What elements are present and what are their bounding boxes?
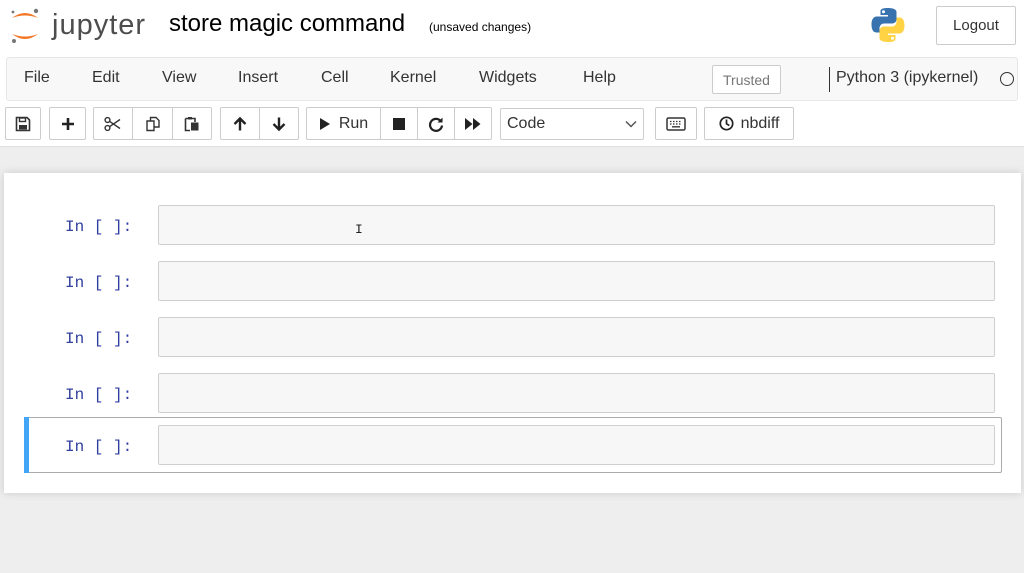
menu-edit[interactable]: Edit: [92, 69, 120, 87]
cell-type-select[interactable]: Code: [500, 108, 644, 140]
code-input[interactable]: I: [158, 205, 995, 245]
kernel-separator: [829, 67, 830, 92]
jupyter-wordmark: jupyter: [52, 9, 147, 41]
input-prompt: In [ ]:: [65, 386, 133, 404]
toolbar-group-shortcuts: [655, 107, 697, 140]
menu-file[interactable]: File: [24, 69, 50, 87]
code-input[interactable]: [158, 373, 995, 413]
paste-button[interactable]: [172, 107, 212, 140]
insert-cell-button[interactable]: [49, 107, 86, 140]
cell-type-value: Code: [507, 115, 546, 132]
logout-button[interactable]: Logout: [936, 6, 1016, 45]
notebook-container: In [ ]: I In [ ]: In [ ]: In [ ]: In [ ]…: [4, 173, 1021, 493]
arrow-up-icon: [233, 116, 247, 130]
toolbar-group-clipboard: [93, 107, 212, 140]
save-icon: [15, 116, 31, 131]
run-all-button[interactable]: [454, 107, 492, 140]
chevron-down-icon: [625, 120, 637, 128]
cut-icon: [104, 116, 121, 131]
command-palette-button[interactable]: [655, 107, 697, 140]
copy-button[interactable]: [132, 107, 173, 140]
fast-forward-icon: [465, 117, 481, 130]
move-down-button[interactable]: [259, 107, 299, 140]
code-input[interactable]: [158, 261, 995, 301]
toolbar-group-move: [220, 107, 299, 140]
code-cell[interactable]: In [ ]: I: [24, 197, 1002, 253]
kernel-idle-indicator-icon: [1000, 72, 1014, 86]
run-button-label: Run: [338, 114, 369, 132]
cut-button[interactable]: [93, 107, 133, 140]
clock-icon: [719, 116, 734, 131]
menu-help[interactable]: Help: [583, 69, 616, 87]
move-up-button[interactable]: [220, 107, 260, 140]
menu-insert[interactable]: Insert: [238, 69, 278, 87]
keyboard-icon: [666, 116, 686, 131]
nbdiff-button-label: nbdiff: [740, 114, 780, 132]
notebook-title[interactable]: store magic command: [169, 10, 405, 38]
restart-button[interactable]: [417, 107, 455, 140]
header-top: jupyter store magic command (unsaved cha…: [0, 0, 1024, 56]
toolbar-group-save: [5, 107, 41, 140]
code-cell[interactable]: In [ ]:: [24, 309, 1002, 365]
menu-view[interactable]: View: [162, 69, 196, 87]
jupyter-logo-icon: [11, 8, 39, 43]
menubar: File Edit View Insert Cell Kernel Widget…: [6, 57, 1018, 101]
header: jupyter store magic command (unsaved cha…: [0, 0, 1024, 147]
toolbar-group-nbdiff: nbdiff: [704, 107, 794, 140]
input-prompt: In [ ]:: [65, 438, 133, 456]
input-prompt: In [ ]:: [65, 330, 133, 348]
python-logo-icon: [868, 5, 908, 45]
copy-icon: [145, 116, 160, 131]
menu-kernel[interactable]: Kernel: [390, 69, 436, 87]
text-cursor-icon: I: [355, 222, 363, 237]
toolbar-group-insert: [49, 107, 86, 140]
save-button[interactable]: [5, 107, 41, 140]
nbdiff-button[interactable]: nbdiff: [704, 107, 794, 140]
code-input[interactable]: [158, 425, 995, 465]
save-status: (unsaved changes): [429, 20, 532, 34]
menu-cell[interactable]: Cell: [321, 69, 349, 87]
stop-icon: [393, 117, 405, 130]
kernel-name[interactable]: Python 3 (ipykernel): [836, 69, 978, 87]
restart-icon: [428, 117, 444, 132]
toolbar-group-run: Run: [306, 107, 492, 140]
trusted-indicator[interactable]: Trusted: [712, 65, 781, 94]
menu-widgets[interactable]: Widgets: [479, 69, 537, 87]
code-input[interactable]: [158, 317, 995, 357]
plus-icon: [61, 117, 74, 130]
code-cell-selected[interactable]: In [ ]:: [24, 417, 1002, 473]
jupyter-logo[interactable]: jupyter: [8, 6, 156, 46]
interrupt-button[interactable]: [380, 107, 418, 140]
code-cell[interactable]: In [ ]:: [24, 253, 1002, 309]
code-cell[interactable]: In [ ]:: [24, 365, 1002, 421]
run-button[interactable]: Run: [306, 107, 381, 140]
play-icon: [319, 117, 330, 130]
input-prompt: In [ ]:: [65, 218, 133, 236]
arrow-down-icon: [272, 117, 286, 131]
paste-icon: [184, 116, 199, 131]
input-prompt: In [ ]:: [65, 274, 133, 292]
